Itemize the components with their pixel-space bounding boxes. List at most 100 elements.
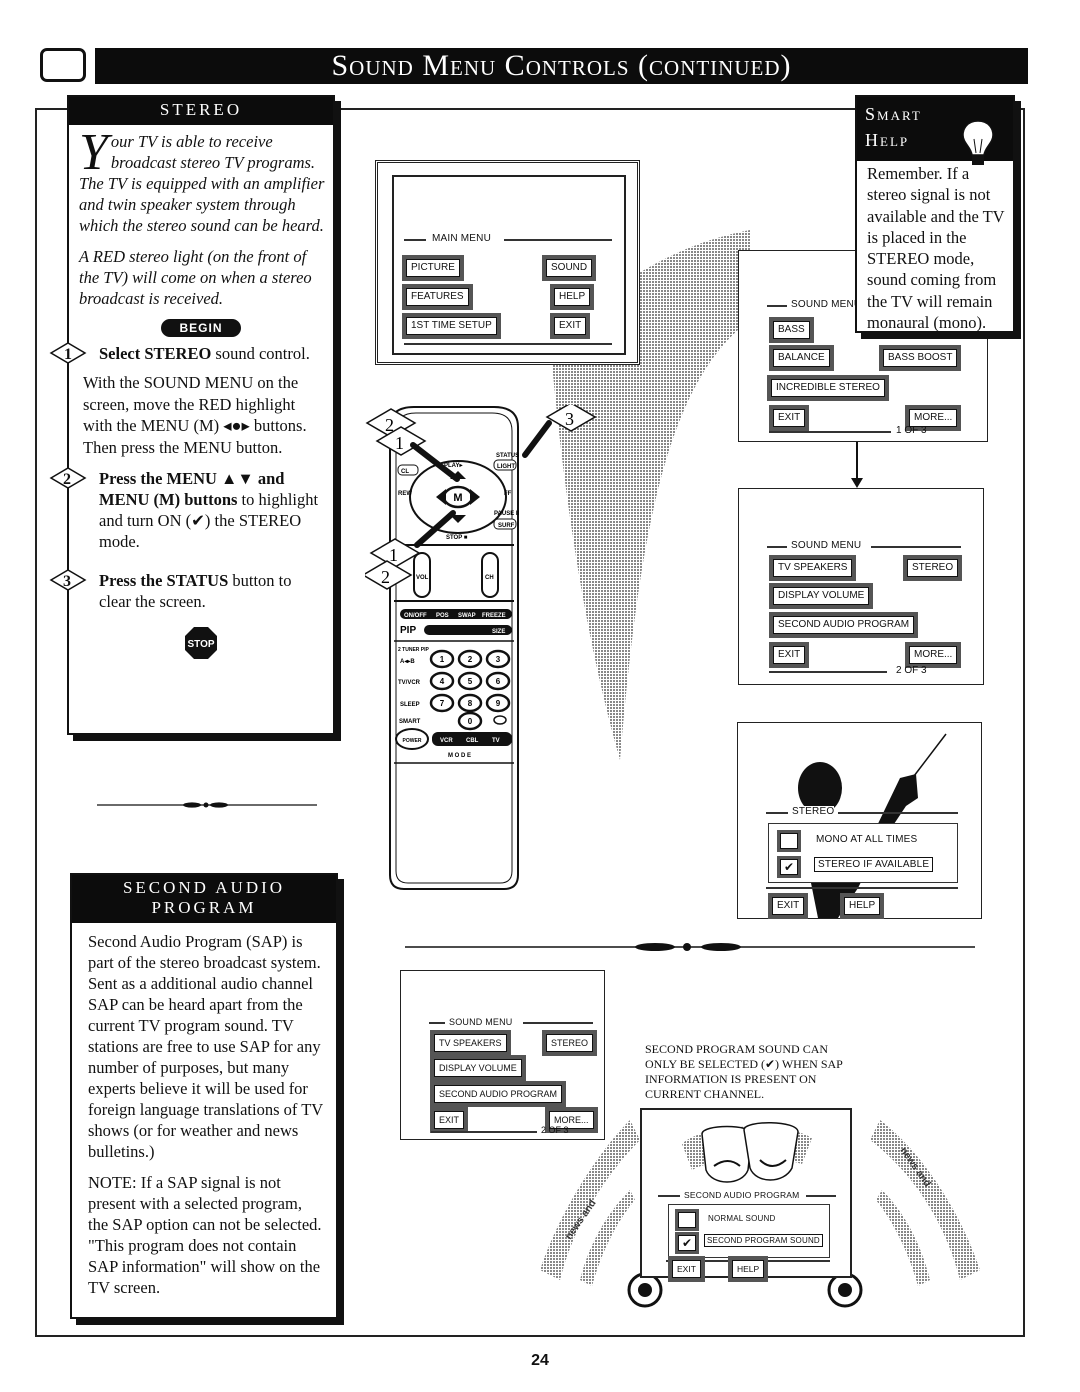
step-2-diamond-icon: 2 — [49, 467, 87, 489]
menu-heading-rule — [504, 239, 612, 241]
callout-3: 3 — [545, 405, 597, 432]
sound-button[interactable]: SOUND — [541, 255, 597, 281]
digit-label: 7 — [440, 699, 445, 708]
normal-sound-label: NORMAL SOUND — [708, 1214, 776, 1223]
step-1: 1 Select STEREO sound control. — [49, 342, 325, 364]
remote-label-smart: SMART — [399, 719, 421, 725]
remote-label-power: POWER — [403, 738, 422, 744]
main-menu-screen: MAIN MENU PICTURE SOUND FEATURES HELP 1S… — [375, 160, 640, 365]
page-title-text: Sound Menu Controls (continued) — [331, 49, 792, 82]
step-1-title-rest: sound control. — [211, 344, 310, 363]
sap-panel-title: SECOND AUDIO PROGRAM — [72, 875, 336, 923]
menu-footer-rule — [769, 431, 891, 433]
remote-label-tuner-pip: 2 TUNER PIP — [398, 647, 430, 653]
digit-label: 9 — [496, 699, 501, 708]
tv-speakers-button[interactable]: TV SPEAKERS — [430, 1030, 511, 1056]
display-volume-button[interactable]: DISPLAY VOLUME — [430, 1055, 526, 1081]
remote-label-pip: PIP — [400, 625, 416, 636]
sap-screen-heading: SECOND AUDIO PROGRAM — [684, 1190, 800, 1200]
remote-label-mode: M O D E — [448, 753, 471, 759]
step-3-diamond-icon: 3 — [49, 569, 87, 591]
digit-label: 6 — [496, 677, 501, 686]
exit-button[interactable]: EXIT — [668, 1256, 705, 1282]
mono-option-label: MONO AT ALL TIMES — [816, 834, 918, 845]
stereo-button[interactable]: STEREO — [541, 1030, 598, 1056]
theater-masks-icon — [682, 1122, 812, 1183]
smart-help-box: Smart Help Remember. If a stereo signal … — [855, 95, 1015, 333]
main-menu-screen-inner: MAIN MENU PICTURE SOUND FEATURES HELP 1S… — [392, 175, 626, 355]
svg-text:2: 2 — [63, 471, 71, 488]
digit-label: 8 — [468, 699, 473, 708]
remote-label-mode-cbl: CBL — [466, 738, 479, 744]
stereo-option-label: STEREO IF AVAILABLE — [814, 857, 934, 872]
digit-label: 1 — [440, 655, 445, 664]
callout-label: 1 — [389, 545, 398, 565]
digit-label: 0 — [468, 717, 473, 726]
second-program-sound-checkbox[interactable]: ✔ — [675, 1232, 699, 1254]
digit-label: 2 — [468, 655, 473, 664]
bass-boost-button[interactable]: BASS BOOST — [878, 345, 962, 371]
exit-button[interactable]: EXIT — [768, 405, 810, 431]
callout-label: 2 — [381, 567, 390, 587]
balance-button[interactable]: BALANCE — [769, 345, 834, 371]
remote-label-size: SIZE — [492, 629, 505, 635]
display-volume-button[interactable]: DISPLAY VOLUME — [768, 583, 874, 609]
picture-button[interactable]: PICTURE — [402, 255, 464, 281]
remote-label-pos: POS — [436, 613, 449, 619]
menu-heading-rule — [658, 1195, 680, 1197]
exit-button[interactable]: EXIT — [768, 642, 810, 668]
menu-heading-rule — [766, 812, 788, 814]
smart-help-text: Remember. If a stereo signal is not avai… — [867, 164, 1005, 333]
stereo-checkbox[interactable]: ✔ — [777, 856, 801, 878]
normal-sound-checkbox[interactable] — [675, 1209, 699, 1231]
incredible-stereo-button[interactable]: INCREDIBLE STEREO — [767, 375, 889, 401]
second-audio-program-button[interactable]: SECOND AUDIO PROGRAM — [768, 612, 919, 638]
digit-label: 3 — [496, 655, 501, 664]
remote-callouts: 2 1 3 1 2 — [365, 405, 597, 590]
menu-heading-rule — [404, 239, 426, 241]
exit-button[interactable]: EXIT — [429, 1107, 469, 1133]
menu-heading-rule — [523, 1022, 593, 1024]
mono-checkbox[interactable] — [777, 830, 801, 852]
menu-footer-rule — [766, 887, 958, 889]
help-button[interactable]: HELP — [839, 893, 885, 919]
remote-label-mode-vcr: VCR — [440, 738, 453, 744]
stop-sign-icon: STOP — [185, 627, 217, 659]
help-button[interactable]: HELP — [549, 284, 595, 310]
stereo-intro-text: our TV is able to receive broadcast ster… — [79, 132, 325, 235]
digit-label: 5 — [468, 677, 473, 686]
more-button[interactable]: MORE... — [904, 642, 962, 668]
step-2: 2 Press the MENU ▲▼ and MENU (M) buttons… — [49, 467, 325, 552]
exit-button[interactable]: EXIT — [549, 313, 591, 339]
stop-label: STOP — [187, 639, 214, 650]
remote-label-mode-tv: TV — [492, 738, 500, 744]
sap-screen: SECOND AUDIO PROGRAM NORMAL SOUND ✔ SECO… — [640, 1108, 852, 1282]
stereo-panel: STEREO Y our TV is able to receive broad… — [49, 95, 335, 735]
frame-border-left — [35, 108, 37, 1336]
frame-border-right — [1023, 108, 1025, 1336]
menu-heading-rule — [838, 812, 958, 814]
stereo-button[interactable]: STEREO — [902, 555, 963, 581]
bass-button[interactable]: BASS — [769, 317, 814, 343]
menu-heading-rule — [429, 1022, 445, 1024]
stereo-screen: STEREO MONO AT ALL TIMES ✔ STEREO IF AVA… — [737, 722, 982, 919]
tv-screen-icon — [40, 48, 86, 82]
remote-label-swap: SWAP — [458, 613, 476, 619]
callout-label: 1 — [395, 433, 404, 453]
step-1-diamond-icon: 1 — [49, 342, 87, 364]
connector-line — [856, 442, 858, 482]
callout-2-bottom: 2 — [365, 560, 413, 590]
stereo-intro: Y our TV is able to receive broadcast st… — [69, 125, 333, 309]
callout-1-bottom: 1 — [369, 538, 421, 568]
features-button[interactable]: FEATURES — [402, 284, 473, 310]
remote-label-pip-on-off: ON/OFF — [404, 613, 427, 619]
help-button[interactable]: HELP — [727, 1256, 769, 1282]
remote-label-sleep: SLEEP — [400, 702, 420, 708]
exit-button[interactable]: EXIT — [767, 893, 809, 919]
tv-speakers-button[interactable]: TV SPEAKERS — [768, 555, 857, 581]
ornamental-divider — [97, 802, 317, 808]
sap-body: Second Audio Program (SAP) is part of th… — [72, 923, 336, 1298]
menu-heading-rule — [871, 546, 961, 548]
stereo-panel-title: STEREO — [69, 97, 333, 125]
first-time-setup-button[interactable]: 1ST TIME SETUP — [402, 313, 501, 339]
